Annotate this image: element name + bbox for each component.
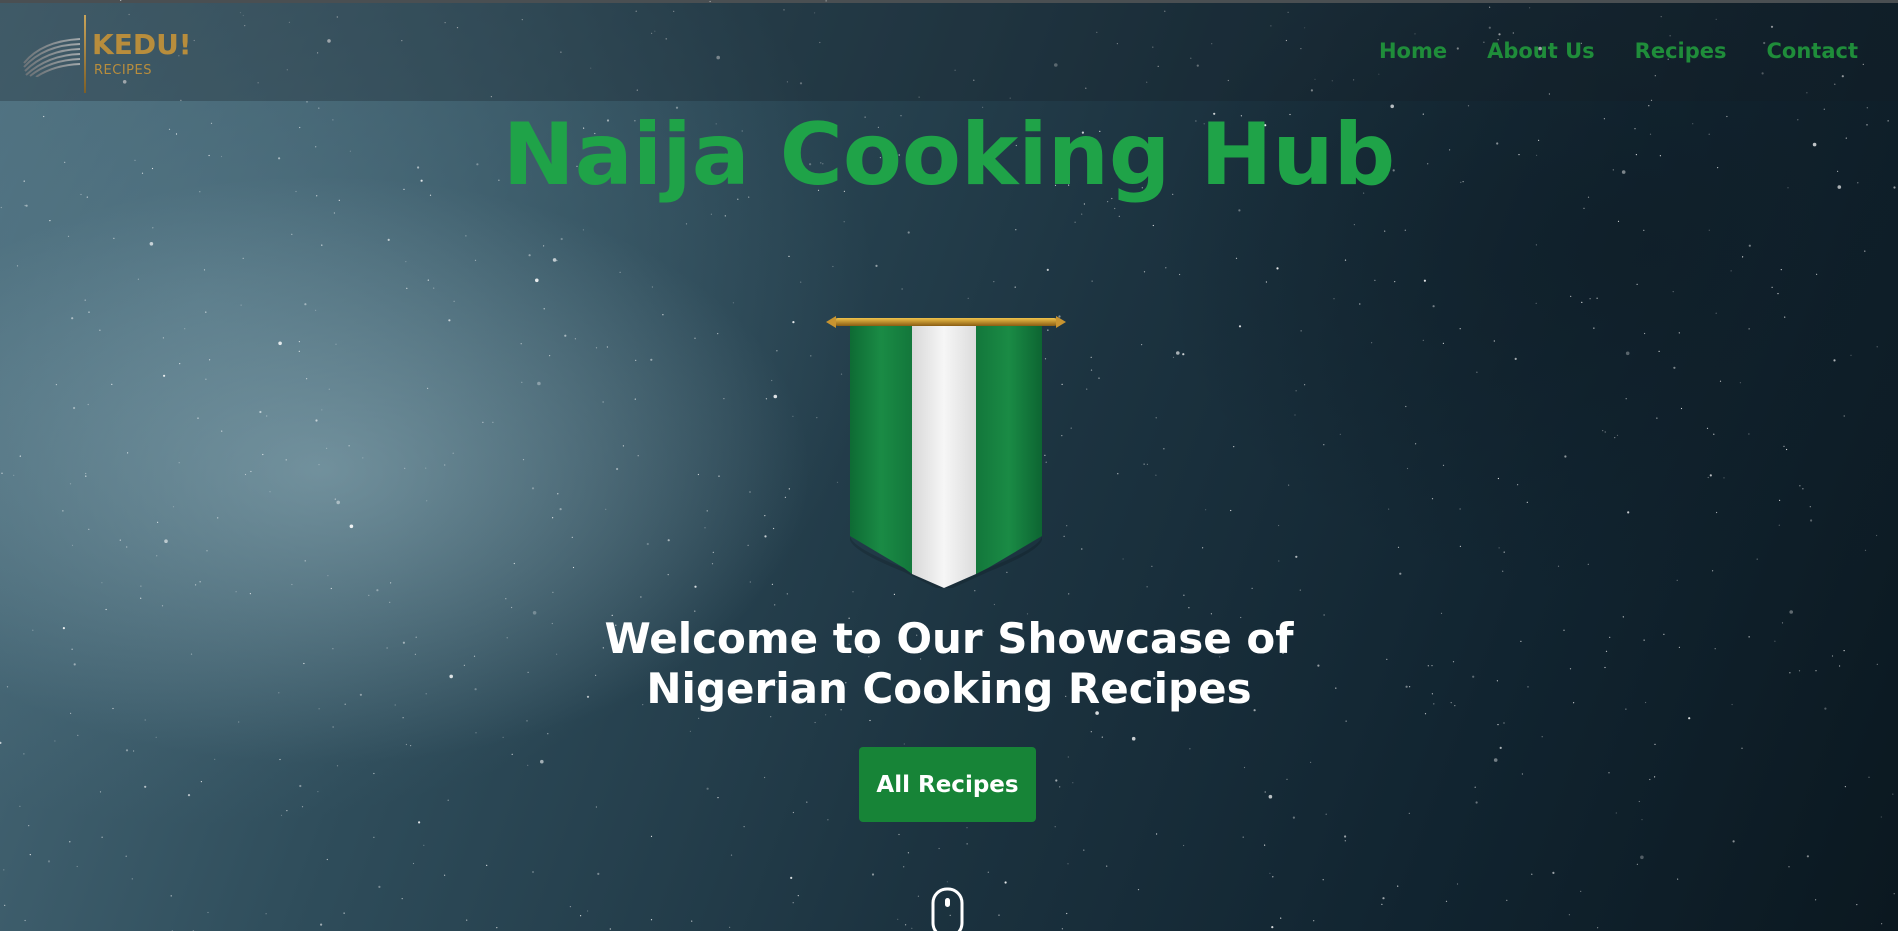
logo-divider bbox=[84, 15, 86, 93]
main-nav: Home About Us Recipes Contact bbox=[1379, 39, 1858, 63]
navbar: KEDU! RECIPES Home About Us Recipes Cont… bbox=[0, 3, 1898, 101]
nav-about-us[interactable]: About Us bbox=[1487, 39, 1595, 63]
all-recipes-button[interactable]: All Recipes bbox=[859, 747, 1036, 822]
hero-title: Naija Cooking Hub bbox=[502, 105, 1396, 205]
landing-page: KEDU! RECIPES Home About Us Recipes Cont… bbox=[0, 0, 1898, 931]
nav-home[interactable]: Home bbox=[1379, 39, 1447, 63]
welcome-line-1: Welcome to Our Showcase of bbox=[604, 614, 1294, 663]
mouse-scroll-icon[interactable] bbox=[931, 887, 964, 931]
nigeria-flag-pennant-icon bbox=[826, 316, 1066, 588]
stacked-layers-logo-icon bbox=[23, 38, 81, 77]
nav-contact[interactable]: Contact bbox=[1767, 39, 1859, 63]
welcome-heading: Welcome to Our Showcase of Nigerian Cook… bbox=[0, 614, 1898, 715]
brand-logo[interactable]: KEDU! RECIPES bbox=[22, 13, 222, 95]
welcome-line-2: Nigerian Cooking Recipes bbox=[646, 664, 1252, 714]
brand-tagline: RECIPES bbox=[94, 63, 152, 78]
nav-recipes[interactable]: Recipes bbox=[1635, 39, 1727, 63]
brand-name: KEDU! bbox=[92, 28, 192, 61]
